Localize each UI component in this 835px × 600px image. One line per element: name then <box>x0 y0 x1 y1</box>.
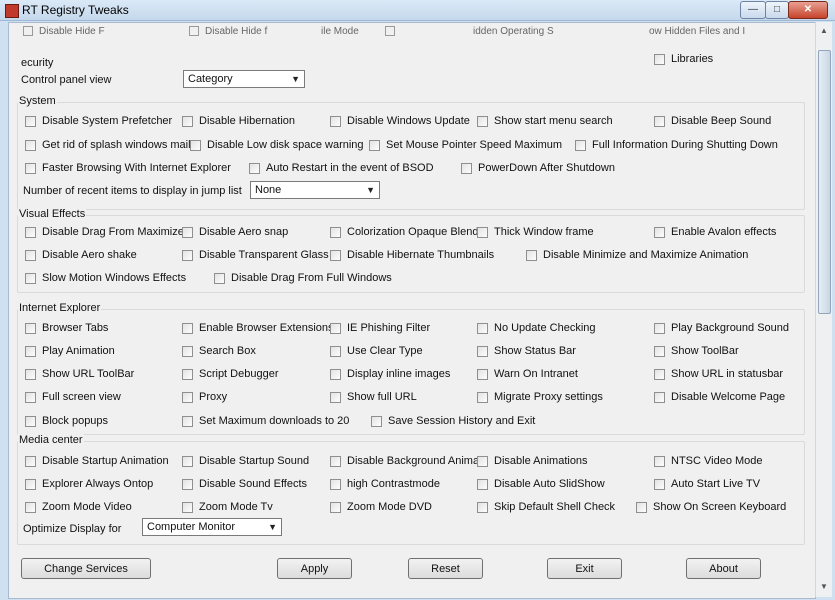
checkbox-media-9[interactable]: Auto Start Live TV <box>654 477 760 491</box>
checkbox-ie-0[interactable]: Browser Tabs <box>25 321 108 335</box>
client-area: Disable Hide F Disable Hide f ile Mode i… <box>8 22 816 599</box>
checkbox-ie-15[interactable]: Full screen view <box>25 390 121 404</box>
checkbox-visual-9[interactable]: Slow Motion Windows Effects <box>25 271 186 285</box>
checkbox-system-0[interactable]: Disable System Prefetcher <box>25 114 172 128</box>
checkbox-visual-4[interactable]: Enable Avalon effects <box>654 225 776 239</box>
maximize-button[interactable]: □ <box>765 1 789 19</box>
change-services-button[interactable]: Change Services <box>21 558 151 579</box>
checkbox-media-8[interactable]: Disable Auto SlidShow <box>477 477 605 491</box>
cut-checkbox-6: ow Hidden Files and I <box>649 26 746 37</box>
checkbox-ie-17[interactable]: Show full URL <box>330 390 417 404</box>
checkbox-system-3[interactable]: Show start menu search <box>477 114 613 128</box>
optimize-display-select[interactable]: Computer Monitor ▼ <box>142 518 282 536</box>
cut-checkbox-1[interactable]: Disable Hide F <box>23 26 123 38</box>
checkbox-system-6[interactable]: Disable Low disk space warning <box>190 138 364 152</box>
checkbox-system-11[interactable]: PowerDown After Shutdown <box>461 161 615 175</box>
checkbox-ie-9[interactable]: Show ToolBar <box>654 344 739 358</box>
about-button[interactable]: About <box>686 558 761 579</box>
checkbox-libraries[interactable]: Libraries <box>654 52 713 66</box>
checkbox-ie-3[interactable]: No Update Checking <box>477 321 596 335</box>
checkbox-media-10[interactable]: Zoom Mode Video <box>25 500 132 514</box>
recent-items-select[interactable]: None ▼ <box>250 181 380 199</box>
checkbox-ie-12[interactable]: Display inline images <box>330 367 450 381</box>
app-icon <box>5 4 19 18</box>
checkbox-ie-21[interactable]: Set Maximum downloads to 20 <box>182 414 349 428</box>
checkbox-ie-18[interactable]: Migrate Proxy settings <box>477 390 603 404</box>
checkbox-visual-3[interactable]: Thick Window frame <box>477 225 594 239</box>
checkbox-system-4[interactable]: Disable Beep Sound <box>654 114 771 128</box>
checkbox-system-10[interactable]: Auto Restart in the event of BSOD <box>249 161 434 175</box>
title-bar: RT Registry Tweaks — □ ✕ <box>0 0 835 21</box>
checkbox-media-6[interactable]: Disable Sound Effects <box>182 477 307 491</box>
chevron-down-icon: ▼ <box>366 185 375 195</box>
checkbox-ie-7[interactable]: Use Clear Type <box>330 344 423 358</box>
checkbox-visual-2[interactable]: Colorization Opaque Blend <box>330 225 478 239</box>
checkbox-media-3[interactable]: Disable Animations <box>477 454 588 468</box>
checkbox-ie-6[interactable]: Search Box <box>182 344 256 358</box>
checkbox-visual-5[interactable]: Disable Aero shake <box>25 248 137 262</box>
chevron-down-icon: ▼ <box>291 74 300 84</box>
reset-button[interactable]: Reset <box>408 558 483 579</box>
checkbox-system-5[interactable]: Get rid of splash windows mail <box>25 138 191 152</box>
checkbox-system-7[interactable]: Set Mouse Pointer Speed Maximum <box>369 138 562 152</box>
checkbox-media-4[interactable]: NTSC Video Mode <box>654 454 763 468</box>
system-title: System <box>18 95 57 107</box>
vertical-scrollbar[interactable]: ▲ ▼ <box>815 22 832 597</box>
checkbox-ie-1[interactable]: Enable Browser Extensions <box>182 321 334 335</box>
checkbox-ie-10[interactable]: Show URL ToolBar <box>25 367 134 381</box>
exit-button[interactable]: Exit <box>547 558 622 579</box>
checkbox-ie-13[interactable]: Warn On Intranet <box>477 367 578 381</box>
checkbox-ie-20[interactable]: Block popups <box>25 414 108 428</box>
checkbox-media-11[interactable]: Zoom Mode Tv <box>182 500 273 514</box>
checkbox-ie-19[interactable]: Disable Welcome Page <box>654 390 785 404</box>
checkbox-visual-6[interactable]: Disable Transparent Glass <box>182 248 329 262</box>
arrow-up-icon[interactable]: ▲ <box>819 26 829 36</box>
checkbox-visual-8[interactable]: Disable Minimize and Maximize Animation <box>526 248 748 262</box>
checkbox-ie-8[interactable]: Show Status Bar <box>477 344 576 358</box>
checkbox-visual-0[interactable]: Disable Drag From Maximize <box>25 225 184 239</box>
checkbox-ie-22[interactable]: Save Session History and Exit <box>371 414 535 428</box>
checkbox-media-7[interactable]: high Contrastmode <box>330 477 440 491</box>
control-panel-label: Control panel view <box>21 74 112 86</box>
apply-button[interactable]: Apply <box>277 558 352 579</box>
checkbox-ie-2[interactable]: IE Phishing Filter <box>330 321 430 335</box>
checkbox-media-2[interactable]: Disable Background Anima <box>330 454 479 468</box>
checkbox-system-1[interactable]: Disable Hibernation <box>182 114 295 128</box>
cut-checkbox-2[interactable]: Disable Hide f <box>189 26 299 38</box>
scrollbar-thumb[interactable] <box>818 50 831 314</box>
cut-checkbox-3: ile Mode <box>321 26 359 37</box>
checkbox-system-8[interactable]: Full Information During Shutting Down <box>575 138 778 152</box>
optimize-display-label: Optimize Display for <box>23 523 122 535</box>
cut-checkbox-5: idden Operating S <box>473 26 554 37</box>
checkbox-media-0[interactable]: Disable Startup Animation <box>25 454 169 468</box>
checkbox-visual-7[interactable]: Disable Hibernate Thumbnails <box>330 248 494 262</box>
recent-items-label: Number of recent items to display in jum… <box>23 185 242 197</box>
chevron-down-icon: ▼ <box>268 522 277 532</box>
checkbox-media-12[interactable]: Zoom Mode DVD <box>330 500 432 514</box>
internet-explorer-title: Internet Explorer <box>18 302 102 314</box>
checkbox-ie-16[interactable]: Proxy <box>182 390 227 404</box>
checkbox-media-14[interactable]: Show On Screen Keyboard <box>636 500 786 514</box>
checkbox-system-2[interactable]: Disable Windows Update <box>330 114 470 128</box>
visual-effects-title: Visual Effects <box>18 208 87 220</box>
checkbox-visual-1[interactable]: Disable Aero snap <box>182 225 288 239</box>
checkbox-media-5[interactable]: Explorer Always Ontop <box>25 477 153 491</box>
media-center-title: Media center <box>18 434 84 446</box>
checkbox-system-9[interactable]: Faster Browsing With Internet Explorer <box>25 161 231 175</box>
cut-checkbox-4[interactable] <box>385 26 399 38</box>
checkbox-ie-14[interactable]: Show URL in statusbar <box>654 367 783 381</box>
checkbox-visual-10[interactable]: Disable Drag From Full Windows <box>214 271 392 285</box>
checkbox-ie-11[interactable]: Script Debugger <box>182 367 279 381</box>
checkbox-ie-5[interactable]: Play Animation <box>25 344 115 358</box>
checkbox-ie-4[interactable]: Play Background Sound <box>654 321 789 335</box>
checkbox-media-13[interactable]: Skip Default Shell Check <box>477 500 615 514</box>
control-panel-select[interactable]: Category ▼ <box>183 70 305 88</box>
window-title: RT Registry Tweaks <box>22 3 129 17</box>
close-button[interactable]: ✕ <box>788 1 828 19</box>
minimize-button[interactable]: — <box>740 1 766 19</box>
arrow-down-icon[interactable]: ▼ <box>819 582 829 592</box>
security-label: ecurity <box>21 57 54 69</box>
checkbox-media-1[interactable]: Disable Startup Sound <box>182 454 309 468</box>
